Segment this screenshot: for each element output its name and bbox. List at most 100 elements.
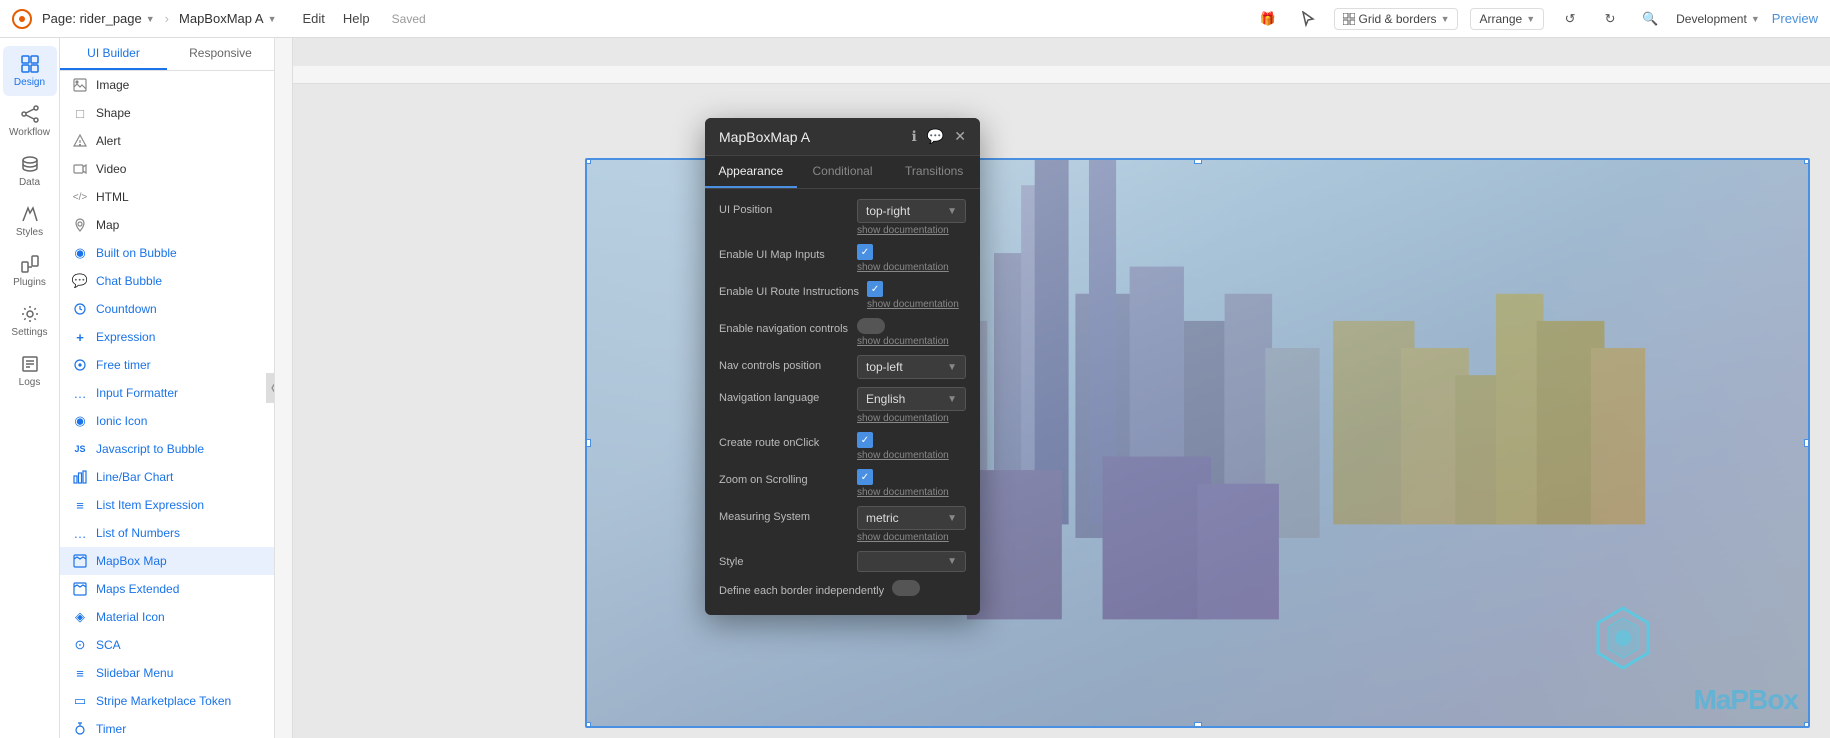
measuring-show-doc[interactable]: show documentation	[857, 532, 966, 543]
close-icon[interactable]: ✕	[954, 128, 966, 145]
list-item[interactable]: Alert	[60, 127, 274, 155]
ui-position-dropdown[interactable]: top-right ▼	[857, 199, 966, 223]
list-item[interactable]: □ Shape	[60, 99, 274, 127]
list-item[interactable]: ≡ Slidebar Menu	[60, 659, 274, 687]
list-item[interactable]: Video	[60, 155, 274, 183]
selection-handle-ml[interactable]	[585, 439, 591, 447]
selection-handle-bm[interactable]	[1194, 722, 1202, 728]
list-item[interactable]: Countdown	[60, 295, 274, 323]
list-item[interactable]: … List of Numbers	[60, 519, 274, 547]
panel-header: MapBoxMap A ℹ 💬 ✕	[705, 118, 980, 156]
list-item[interactable]: … Input Formatter	[60, 379, 274, 407]
check-icon2: ✓	[871, 284, 879, 295]
comment-icon[interactable]: 💬	[927, 128, 944, 145]
chat-bubble-icon: 💬	[72, 273, 88, 289]
info-icon[interactable]: ℹ	[912, 128, 917, 145]
development-button[interactable]: Development ▼	[1676, 12, 1760, 26]
tab-transitions[interactable]: Transitions	[888, 156, 980, 188]
sidebar-item-workflow[interactable]: Workflow	[3, 96, 57, 146]
sidebar-item-logs[interactable]: Logs	[3, 346, 57, 396]
border-control	[892, 580, 966, 596]
list-item[interactable]: + Expression	[60, 323, 274, 351]
selection-handle-mr[interactable]	[1804, 439, 1810, 447]
element-selector[interactable]: MapBoxMap A ▼	[179, 11, 276, 26]
main-layout: Design Workflow Data Styles	[0, 38, 1830, 738]
canvas-area[interactable]: MaPBox MapBoxMap A ℹ 💬 ✕ Ap	[275, 38, 1830, 738]
shape-icon: □	[72, 105, 88, 121]
list-item[interactable]: ≡ List Item Expression	[60, 491, 274, 519]
list-item[interactable]: Maps Extended	[60, 575, 274, 603]
grid-borders-button[interactable]: Grid & borders ▼	[1334, 8, 1459, 30]
expression-label: Expression	[96, 330, 155, 344]
list-item[interactable]: ⊙ SCA	[60, 631, 274, 659]
redo-button[interactable]: ↻	[1596, 5, 1624, 33]
selection-handle-tm[interactable]	[1194, 158, 1202, 164]
list-item-mapbox-map[interactable]: MapBox Map	[60, 547, 274, 575]
page-label: Page: rider_page	[42, 11, 142, 26]
tab-appearance[interactable]: Appearance	[705, 156, 797, 188]
enable-ui-map-inputs-checkbox[interactable]: ✓	[857, 244, 873, 260]
selection-handle-bl[interactable]	[585, 722, 591, 728]
list-item[interactable]: ◉ Ionic Icon	[60, 407, 274, 435]
list-item[interactable]: ◉ Built on Bubble	[60, 239, 274, 267]
nav-pos-dropdown[interactable]: top-left ▼	[857, 355, 966, 379]
preview-button[interactable]: Preview	[1772, 11, 1818, 26]
nav-lang-show-doc[interactable]: show documentation	[857, 413, 966, 424]
style-dropdown[interactable]: ▼	[857, 551, 966, 572]
maps-extended-label: Maps Extended	[96, 582, 179, 596]
list-item[interactable]: ◈ Material Icon	[60, 603, 274, 631]
selection-handle-tl[interactable]	[585, 158, 591, 164]
development-label: Development	[1676, 12, 1747, 26]
grid-borders-label: Grid & borders	[1359, 12, 1437, 26]
check-icon3: ✓	[861, 435, 869, 446]
border-toggle[interactable]	[892, 580, 920, 596]
tab-ui-builder[interactable]: UI Builder	[60, 38, 167, 70]
list-item[interactable]: Line/Bar Chart	[60, 463, 274, 491]
selection-handle-br[interactable]	[1804, 722, 1810, 728]
input-formatter-label: Input Formatter	[96, 386, 178, 400]
list-item[interactable]: Timer	[60, 715, 274, 738]
gift-icon-button[interactable]: 🎁	[1254, 5, 1282, 33]
sidebar-item-plugins[interactable]: Plugins	[3, 246, 57, 296]
measuring-value: metric	[866, 511, 899, 525]
sidebar-item-styles[interactable]: Styles	[3, 196, 57, 246]
tab-conditional[interactable]: Conditional	[797, 156, 889, 188]
enable-route-checkbox[interactable]: ✓	[867, 281, 883, 297]
enable-route-show-doc[interactable]: show documentation	[867, 299, 966, 310]
selection-handle-tr[interactable]	[1804, 158, 1810, 164]
zoom-scroll-checkbox[interactable]: ✓	[857, 469, 873, 485]
list-item[interactable]: 💬 Chat Bubble	[60, 267, 274, 295]
measuring-dropdown[interactable]: metric ▼	[857, 506, 966, 530]
pointer-tool-button[interactable]	[1294, 5, 1322, 33]
video-icon	[72, 161, 88, 177]
enable-ui-map-inputs-show-doc[interactable]: show documentation	[857, 262, 966, 273]
search-button[interactable]: 🔍	[1636, 5, 1664, 33]
collapse-panel-handle[interactable]	[266, 373, 275, 403]
arrange-caret-icon: ▼	[1526, 14, 1535, 24]
list-item[interactable]: </> HTML	[60, 183, 274, 211]
enable-ui-map-inputs-control: ✓ show documentation	[857, 244, 966, 273]
sidebar-item-data[interactable]: Data	[3, 146, 57, 196]
list-item[interactable]: Image	[60, 71, 274, 99]
mapbox-map-label: MapBox Map	[96, 554, 167, 568]
create-route-show-doc[interactable]: show documentation	[857, 450, 966, 461]
list-item-expression-label: List Item Expression	[96, 498, 204, 512]
help-menu-item[interactable]: Help	[343, 11, 370, 26]
tab-responsive[interactable]: Responsive	[167, 38, 274, 70]
edit-menu-item[interactable]: Edit	[302, 11, 324, 26]
nav-controls-show-doc[interactable]: show documentation	[857, 336, 966, 347]
undo-button[interactable]: ↺	[1556, 5, 1584, 33]
nav-controls-toggle[interactable]	[857, 318, 885, 334]
list-item[interactable]: Map	[60, 211, 274, 239]
nav-lang-dropdown[interactable]: English ▼	[857, 387, 966, 411]
sidebar-item-settings[interactable]: Settings	[3, 296, 57, 346]
list-item[interactable]: Free timer	[60, 351, 274, 379]
sidebar-item-design[interactable]: Design	[3, 46, 57, 96]
zoom-scroll-show-doc[interactable]: show documentation	[857, 487, 966, 498]
create-route-checkbox[interactable]: ✓	[857, 432, 873, 448]
ui-position-show-doc[interactable]: show documentation	[857, 225, 966, 236]
arrange-button[interactable]: Arrange ▼	[1470, 8, 1544, 30]
list-item[interactable]: JS Javascript to Bubble	[60, 435, 274, 463]
list-item[interactable]: ▭ Stripe Marketplace Token	[60, 687, 274, 715]
page-selector[interactable]: Page: rider_page ▼	[42, 11, 155, 26]
